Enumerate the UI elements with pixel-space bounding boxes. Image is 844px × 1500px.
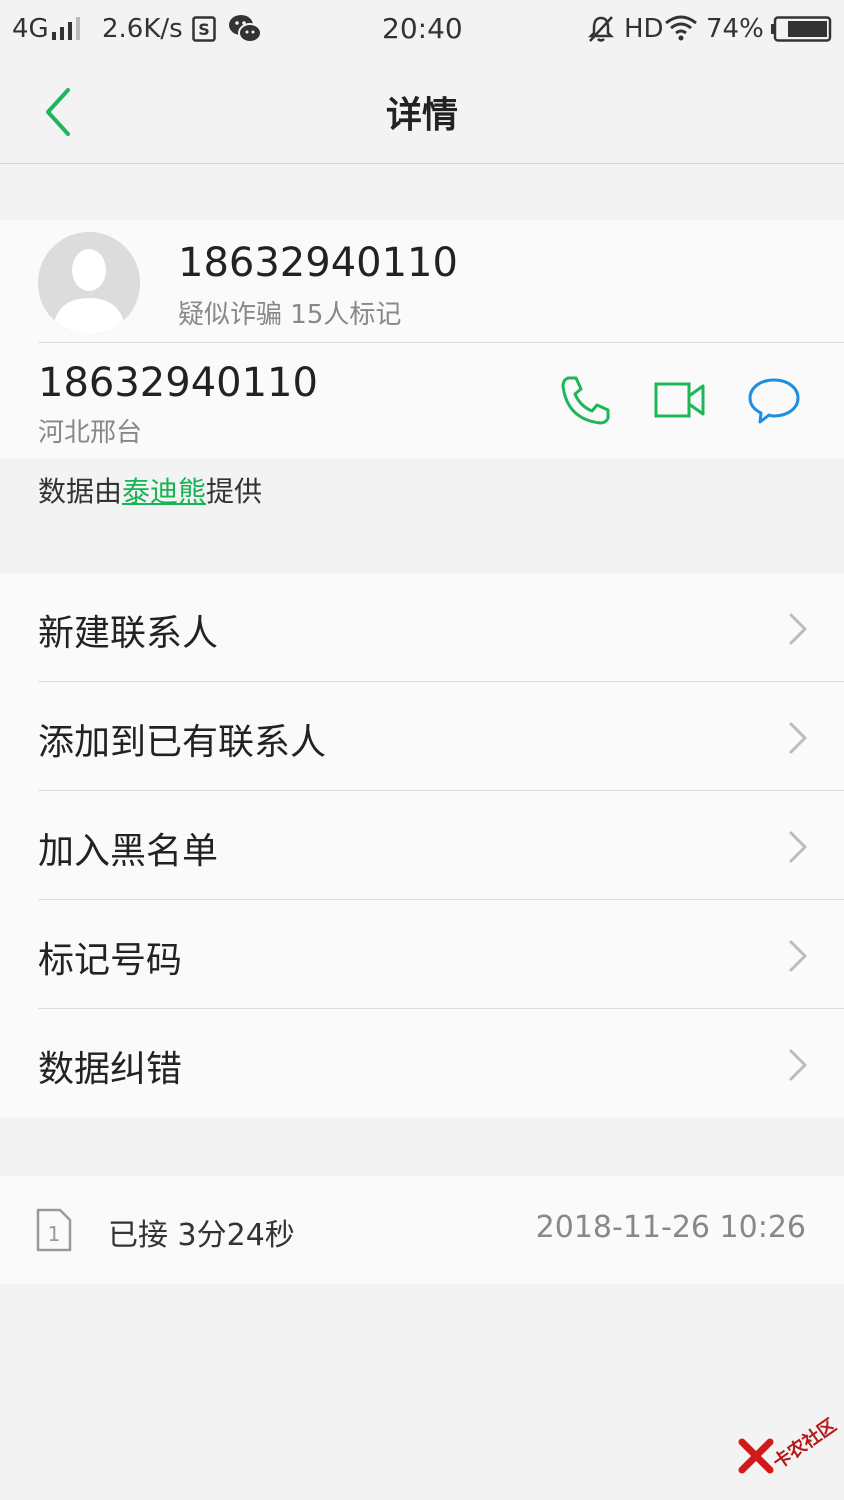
wechat-icon — [228, 14, 262, 53]
chevron-right-icon — [789, 613, 807, 645]
menu-item-new-contact[interactable]: 新建联系人 — [0, 574, 844, 682]
sim-card-icon: 1 — [36, 1208, 72, 1252]
phone-number[interactable]: 18632940110 — [38, 360, 318, 406]
network-type: 4G — [12, 14, 49, 44]
tag-label: 疑似诈骗 — [178, 300, 283, 330]
hd-indicator: HD — [624, 14, 664, 44]
contact-card: 18632940110 疑似诈骗 15人标记 18632940110 河北邢台 — [0, 220, 844, 458]
clock: 20:40 — [382, 12, 463, 45]
divider — [38, 681, 844, 682]
battery-icon — [770, 16, 832, 51]
menu-item-label: 数据纠错 — [38, 1049, 183, 1090]
page-title: 详情 — [385, 95, 458, 136]
watermark-logo: 卡农社区 — [734, 1415, 840, 1480]
call-datetime: 2018-11-26 10:26 — [535, 1210, 806, 1245]
message-bubble-icon — [748, 378, 800, 424]
battery-percent: 74% — [706, 14, 764, 44]
menu-item-label: 标记号码 — [38, 940, 183, 981]
chevron-right-icon — [789, 1049, 807, 1081]
video-call-icon — [654, 382, 705, 418]
provider-suffix: 提供 — [206, 475, 263, 508]
divider — [38, 790, 844, 791]
watermark-text: 卡农社区 — [769, 1414, 841, 1474]
chevron-right-icon — [789, 722, 807, 754]
menu-item-data-correction[interactable]: 数据纠错 — [0, 1010, 844, 1118]
divider — [38, 899, 844, 900]
call-status: 已接 3分24秒 — [108, 1210, 295, 1254]
svg-text:S: S — [198, 20, 210, 39]
provider-link[interactable]: 泰迪熊 — [122, 475, 206, 508]
status-bar: 4G 2.6K/s S 20:40 HD 74% — [0, 0, 844, 60]
contact-number: 18632940110 — [178, 240, 458, 286]
title-bar: 详情 — [0, 60, 844, 164]
network-speed: 2.6K/s — [102, 14, 183, 44]
chevron-right-icon — [789, 831, 807, 863]
menu-item-label: 加入黑名单 — [38, 831, 219, 872]
call-button[interactable] — [558, 372, 614, 428]
menu-item-mark-number[interactable]: 标记号码 — [0, 901, 844, 1009]
call-status-label: 已接 — [108, 1218, 168, 1253]
menu-item-label: 添加到已有联系人 — [38, 722, 327, 763]
avatar — [38, 232, 140, 334]
menu-item-label: 新建联系人 — [38, 613, 219, 654]
wifi-icon — [664, 14, 698, 51]
s-app-icon: S — [192, 16, 216, 51]
person-placeholder-icon — [38, 232, 140, 334]
call-log-entry[interactable]: 1 已接 3分24秒 2018-11-26 10:26 — [0, 1176, 844, 1284]
divider — [38, 1008, 844, 1009]
tag-count: 15人标记 — [290, 300, 402, 330]
signal-icon — [50, 14, 84, 51]
action-menu: 新建联系人 添加到已有联系人 加入黑名单 标记号码 数据纠错 — [0, 574, 844, 1118]
call-duration: 3分24秒 — [177, 1218, 295, 1253]
data-provider-line: 数据由泰迪熊提供 — [38, 470, 262, 510]
menu-item-blacklist[interactable]: 加入黑名单 — [0, 792, 844, 900]
message-button[interactable] — [746, 372, 802, 428]
mute-bell-icon — [586, 14, 616, 53]
number-location: 河北邢台 — [38, 418, 143, 448]
tag-line: 疑似诈骗 15人标记 — [178, 294, 401, 331]
divider — [38, 342, 844, 343]
video-call-button[interactable] — [652, 372, 708, 428]
provider-prefix: 数据由 — [38, 475, 123, 508]
menu-item-add-to-existing[interactable]: 添加到已有联系人 — [0, 683, 844, 791]
phone-icon — [561, 376, 610, 425]
sim-number: 1 — [48, 1222, 61, 1246]
chevron-right-icon — [789, 940, 807, 972]
